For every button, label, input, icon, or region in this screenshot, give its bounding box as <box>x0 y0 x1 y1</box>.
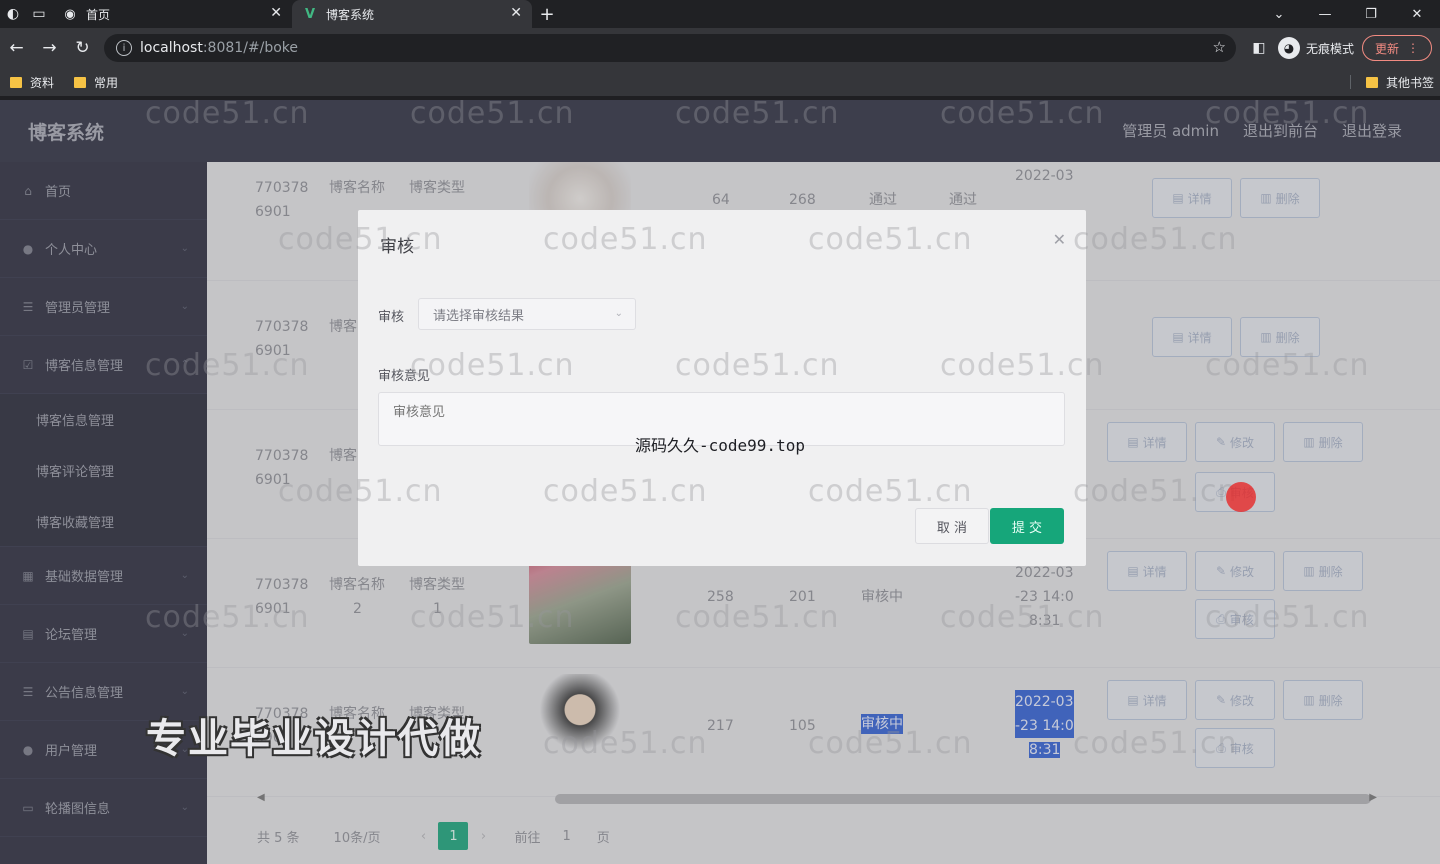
opinion-label: 审核意见 <box>378 369 431 384</box>
tab-title: 博客系统 <box>326 7 375 22</box>
source-watermark: 源码久久-code99.top <box>635 436 805 455</box>
submit-button[interactable]: 提 交 <box>990 508 1064 544</box>
mouse-cursor-highlight <box>1226 482 1256 512</box>
window-controls: ⌄ — ❐ ✕ <box>1256 0 1440 28</box>
more-icon: ⋮ <box>1407 41 1420 55</box>
other-bookmarks-label: 其他书签 <box>1385 75 1434 90</box>
close-window-icon[interactable]: ✕ <box>1394 0 1440 28</box>
browser-menu-icon[interactable]: ◐ <box>0 0 26 28</box>
bookmark-folder[interactable]: 常用 <box>74 74 118 91</box>
tab-list-icon[interactable]: ⌄ <box>1256 0 1302 28</box>
select-placeholder: 请选择审核结果 <box>433 308 525 324</box>
update-label: 更新 <box>1375 41 1400 56</box>
audit-label: 审核 <box>378 310 405 325</box>
url-path: :8081/#/boke <box>202 40 299 56</box>
incognito-indicator[interactable]: ◕ 无痕模式 <box>1278 37 1354 59</box>
other-bookmarks[interactable]: 其他书签 <box>1365 68 1434 96</box>
bookmark-separator <box>1350 75 1351 89</box>
dialog-title: 审核 <box>380 237 414 257</box>
folder-icon <box>74 76 87 88</box>
address-bar-right: ◧ ◕ 无痕模式 更新 ⋮ <box>1248 34 1433 62</box>
incognito-icon: ◕ <box>1278 37 1300 59</box>
reload-icon[interactable]: ↻ <box>66 28 99 68</box>
close-tab-icon[interactable]: ✕ <box>510 5 522 21</box>
vue-icon: V <box>304 6 316 22</box>
folder-icon <box>1365 76 1378 88</box>
browser-tab-home[interactable]: ◉ 首页 ✕ <box>52 0 292 28</box>
globe-icon: ◉ <box>64 6 76 22</box>
url-input[interactable]: i localhost:8081/#/boke ☆ <box>104 34 1236 62</box>
bookmarks-bar: 资料 常用 其他书签 <box>0 68 1440 96</box>
tab-title: 首页 <box>86 7 111 22</box>
chevron-down-icon: ⌄ <box>614 308 623 319</box>
new-tab-button[interactable]: + <box>532 0 562 28</box>
bookmark-label: 资料 <box>30 75 55 90</box>
browser-address-bar: ← → ↻ i localhost:8081/#/boke ☆ ◧ ◕ 无痕模式… <box>0 28 1440 68</box>
restore-icon[interactable]: ❐ <box>1348 0 1394 28</box>
bookmark-star-icon[interactable]: ☆ <box>1213 38 1226 56</box>
forward-icon[interactable]: → <box>33 28 66 68</box>
tab-search-icon[interactable]: ▭ <box>26 0 52 28</box>
audit-result-select[interactable]: 请选择审核结果 ⌄ <box>418 298 636 330</box>
update-button[interactable]: 更新 ⋮ <box>1362 35 1433 61</box>
side-panel-icon[interactable]: ◧ <box>1248 37 1270 59</box>
browser-tab-bar: ◐ ▭ ◉ 首页 ✕ V 博客系统 ✕ + ⌄ — ❐ ✕ <box>0 0 1440 28</box>
minimize-icon[interactable]: — <box>1302 0 1348 28</box>
cancel-button[interactable]: 取 消 <box>915 508 989 544</box>
audit-dialog: 审核 ✕ 审核 请选择审核结果 ⌄ 审核意见 取 消 提 交 <box>358 210 1086 566</box>
incognito-label: 无痕模式 <box>1306 41 1355 56</box>
bookmark-label: 常用 <box>94 75 119 90</box>
folder-icon <box>10 76 22 88</box>
back-icon[interactable]: ← <box>0 28 33 68</box>
bookmark-folder[interactable]: 资料 <box>10 74 54 91</box>
promo-caption: 专业毕业设计代做 <box>146 716 482 762</box>
browser-tab-blog[interactable]: V 博客系统 ✕ <box>292 0 532 28</box>
close-tab-icon[interactable]: ✕ <box>270 5 282 21</box>
close-icon[interactable]: ✕ <box>1053 230 1066 249</box>
site-info-icon[interactable]: i <box>116 40 132 56</box>
url-host: localhost <box>140 40 203 56</box>
